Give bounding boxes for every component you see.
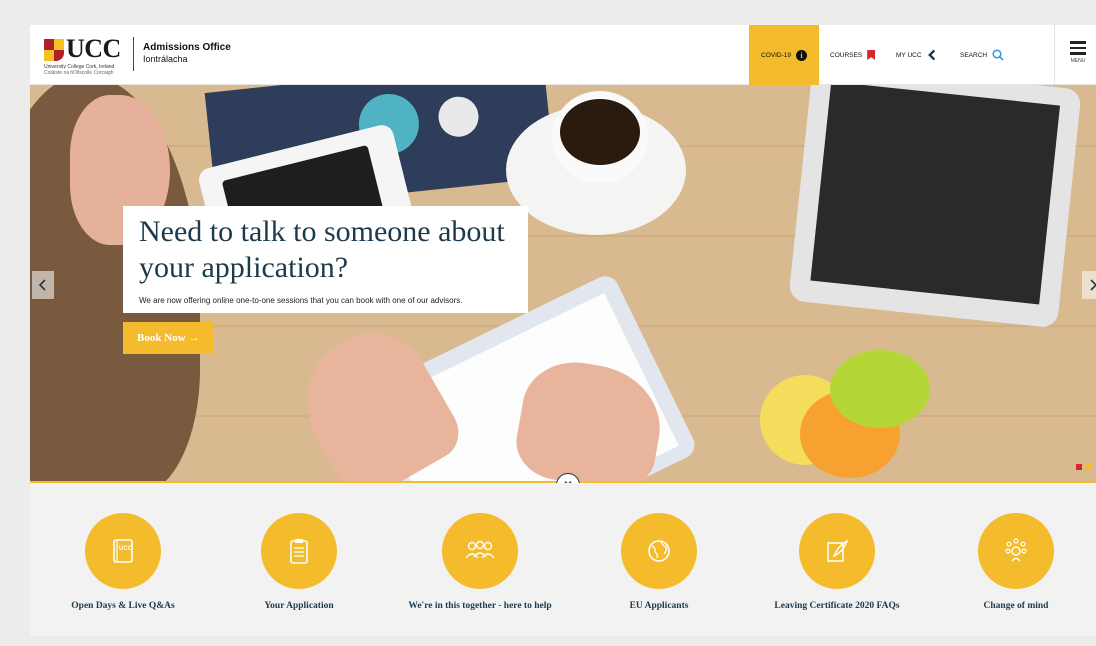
carousel-indicators bbox=[1076, 464, 1091, 470]
browser-page: UCC University College Cork, Ireland Col… bbox=[30, 25, 1096, 636]
office-subtitle: Iontrálacha bbox=[143, 54, 188, 64]
hero-photo-note-green bbox=[830, 350, 930, 428]
people-icon bbox=[442, 513, 518, 589]
search-icon bbox=[992, 49, 1004, 61]
ucc-logo[interactable]: UCC University College Cork, Ireland Col… bbox=[44, 34, 130, 76]
bookmark-icon bbox=[867, 50, 876, 60]
svg-text:UCC: UCC bbox=[119, 546, 133, 552]
quick-link-together[interactable]: We're in this together - here to help bbox=[395, 513, 565, 612]
carousel-dot[interactable] bbox=[1085, 464, 1091, 470]
hero-carousel: Need to talk to someone about your appli… bbox=[30, 85, 1096, 481]
hamburger-icon bbox=[1066, 41, 1090, 55]
quick-link-eu-applicants[interactable]: EU Applicants bbox=[574, 513, 744, 612]
quick-link-label: We're in this together - here to help bbox=[408, 601, 552, 611]
quick-link-your-application[interactable]: Your Application bbox=[214, 513, 384, 612]
quick-link-label: EU Applicants bbox=[629, 601, 689, 611]
hero-description: We are now offering online one-to-one se… bbox=[123, 290, 528, 313]
my-ucc-label: MY UCC bbox=[896, 51, 922, 59]
my-ucc-link[interactable]: MY UCC bbox=[896, 25, 938, 85]
header-divider bbox=[133, 37, 134, 71]
carousel-next-button[interactable] bbox=[1082, 271, 1096, 299]
quick-link-label: Your Application bbox=[264, 601, 334, 611]
covid-label: COVID-19 bbox=[761, 51, 791, 59]
quick-links: UCC Open Days & Live Q&As Your Applicati… bbox=[30, 483, 1096, 636]
logo-subtitle-irish: Coláiste na hOllscoile Corcaigh bbox=[44, 70, 114, 76]
clipboard-icon bbox=[261, 513, 337, 589]
covid-19-link[interactable]: COVID-19 i bbox=[749, 25, 819, 85]
menu-label: MENU bbox=[1070, 57, 1086, 64]
logo-wordmark: UCC bbox=[66, 34, 121, 63]
site-header: UCC University College Cork, Ireland Col… bbox=[30, 25, 1096, 85]
office-title: Admissions Office bbox=[143, 42, 231, 53]
ucc-crest-icon bbox=[44, 39, 64, 61]
hero-card: Need to talk to someone about your appli… bbox=[123, 206, 528, 354]
globe-icon bbox=[621, 513, 697, 589]
hero-photo-tablet-right bbox=[788, 85, 1082, 329]
hero-title: Need to talk to someone about your appli… bbox=[123, 206, 528, 290]
courses-link[interactable]: COURSES bbox=[830, 25, 876, 85]
courses-label: COURSES bbox=[830, 51, 863, 59]
quill-icon bbox=[799, 513, 875, 589]
chevron-left-icon bbox=[927, 49, 935, 61]
chevron-left-icon bbox=[38, 279, 46, 291]
carousel-dot-active[interactable] bbox=[1076, 464, 1082, 470]
search-label: SEARCH bbox=[960, 51, 988, 59]
quick-link-leaving-cert[interactable]: Leaving Certificate 2020 FAQs bbox=[752, 513, 922, 612]
quick-link-label: Change of mind bbox=[983, 601, 1049, 611]
book-now-button[interactable]: Book Now → bbox=[123, 322, 214, 354]
quick-link-label: Leaving Certificate 2020 FAQs bbox=[774, 601, 900, 611]
menu-divider bbox=[1054, 25, 1055, 85]
office-name[interactable]: Admissions Office Iontrálacha bbox=[143, 42, 231, 64]
idea-icon bbox=[978, 513, 1054, 589]
carousel-prev-button[interactable] bbox=[32, 271, 54, 299]
info-icon: i bbox=[795, 49, 807, 61]
menu-button[interactable]: MENU bbox=[1066, 41, 1090, 64]
quick-link-change-of-mind[interactable]: Change of mind bbox=[931, 513, 1096, 612]
quick-link-open-days[interactable]: UCC Open Days & Live Q&As bbox=[38, 513, 208, 612]
quick-link-label: Open Days & Live Q&As bbox=[71, 601, 175, 611]
chevron-right-icon bbox=[1090, 279, 1096, 291]
hero-photo-coffee bbox=[560, 99, 640, 165]
book-icon: UCC bbox=[85, 513, 161, 589]
search-link[interactable]: SEARCH bbox=[960, 25, 1004, 85]
